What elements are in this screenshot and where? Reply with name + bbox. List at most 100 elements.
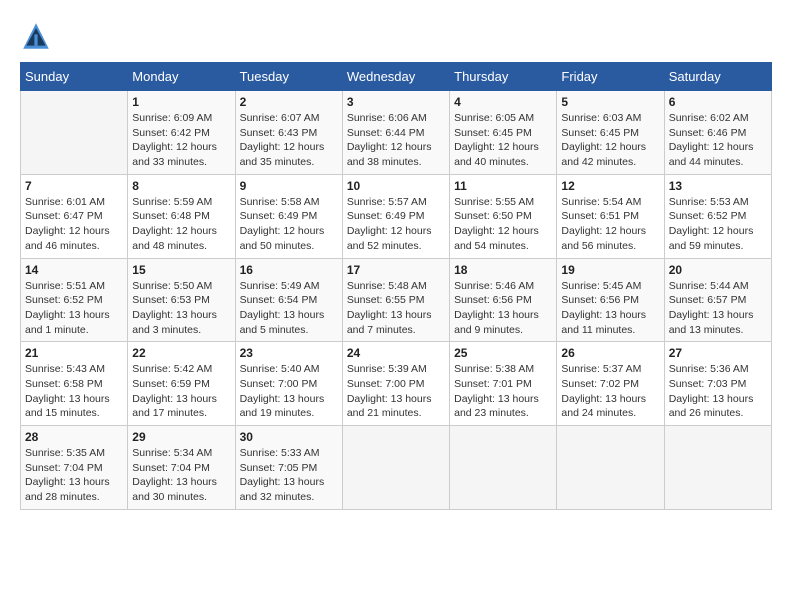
- day-number: 8: [132, 179, 230, 193]
- day-number: 19: [561, 263, 659, 277]
- day-info: Sunrise: 5:35 AMSunset: 7:04 PMDaylight:…: [25, 446, 123, 505]
- day-cell: 4Sunrise: 6:05 AMSunset: 6:45 PMDaylight…: [450, 91, 557, 175]
- day-cell: 25 Sunrise: 5:38 AMSunset: 7:01 PMDayligh…: [450, 342, 557, 426]
- logo: [20, 20, 56, 52]
- day-info: Sunrise: 5:48 AMSunset: 6:55 PMDaylight:…: [347, 279, 445, 338]
- day-number: 20: [669, 263, 767, 277]
- day-info: Sunrise: 5:57 AMSunset: 6:49 PMDaylight:…: [347, 195, 445, 254]
- day-info: Sunrise: 6:03 AMSunset: 6:45 PMDaylight:…: [561, 111, 659, 170]
- day-cell: 17Sunrise: 5:48 AMSunset: 6:55 PMDayligh…: [342, 258, 449, 342]
- day-info: Sunrise: 6:09 AMSunset: 6:42 PMDaylight:…: [132, 111, 230, 170]
- day-cell: 14 Sunrise: 5:51 AMSunset: 6:52 PMDayligh…: [21, 258, 128, 342]
- day-cell: 6 Sunrise: 6:02 AMSunset: 6:46 PMDaylight…: [664, 91, 771, 175]
- day-number: 12: [561, 179, 659, 193]
- day-info: Sunrise: 6:02 AMSunset: 6:46 PMDaylight:…: [669, 111, 767, 170]
- day-info: Sunrise: 5:53 AMSunset: 6:52 PMDaylight:…: [669, 195, 767, 254]
- day-cell: 21 Sunrise: 5:43 AMSunset: 6:58 PMDayligh…: [21, 342, 128, 426]
- day-number: 10: [347, 179, 445, 193]
- day-number: 21: [25, 346, 123, 360]
- day-info: Sunrise: 5:33 AMSunset: 7:05 PMDaylight:…: [240, 446, 338, 505]
- day-cell: 16 Sunrise: 5:49 AMSunset: 6:54 PMDayligh…: [235, 258, 342, 342]
- week-row-3: 14 Sunrise: 5:51 AMSunset: 6:52 PMDayligh…: [21, 258, 772, 342]
- day-info: Sunrise: 5:55 AMSunset: 6:50 PMDaylight:…: [454, 195, 552, 254]
- day-cell: 23 Sunrise: 5:40 AMSunset: 7:00 PMDayligh…: [235, 342, 342, 426]
- day-info: Sunrise: 5:50 AMSunset: 6:53 PMDaylight:…: [132, 279, 230, 338]
- weekday-header-friday: Friday: [557, 63, 664, 91]
- day-number: 15: [132, 263, 230, 277]
- weekday-header-saturday: Saturday: [664, 63, 771, 91]
- day-number: 4: [454, 95, 552, 109]
- weekday-header-sunday: Sunday: [21, 63, 128, 91]
- weekday-header-row: SundayMondayTuesdayWednesdayThursdayFrid…: [21, 63, 772, 91]
- weekday-header-monday: Monday: [128, 63, 235, 91]
- week-row-5: 28Sunrise: 5:35 AMSunset: 7:04 PMDayligh…: [21, 426, 772, 510]
- header: [20, 20, 772, 52]
- day-cell: 12 Sunrise: 5:54 AMSunset: 6:51 PMDayligh…: [557, 174, 664, 258]
- day-cell: 2 Sunrise: 6:07 AMSunset: 6:43 PMDaylight…: [235, 91, 342, 175]
- day-cell: 24Sunrise: 5:39 AMSunset: 7:00 PMDayligh…: [342, 342, 449, 426]
- day-cell: 29Sunrise: 5:34 AMSunset: 7:04 PMDayligh…: [128, 426, 235, 510]
- day-cell: 30Sunrise: 5:33 AMSunset: 7:05 PMDayligh…: [235, 426, 342, 510]
- day-info: Sunrise: 5:38 AMSunset: 7:01 PMDaylight:…: [454, 362, 552, 421]
- day-info: Sunrise: 5:51 AMSunset: 6:52 PMDaylight:…: [25, 279, 123, 338]
- day-number: 24: [347, 346, 445, 360]
- day-cell: 11Sunrise: 5:55 AMSunset: 6:50 PMDayligh…: [450, 174, 557, 258]
- day-number: 25: [454, 346, 552, 360]
- day-info: Sunrise: 5:49 AMSunset: 6:54 PMDaylight:…: [240, 279, 338, 338]
- day-info: Sunrise: 5:44 AMSunset: 6:57 PMDaylight:…: [669, 279, 767, 338]
- day-info: Sunrise: 5:54 AMSunset: 6:51 PMDaylight:…: [561, 195, 659, 254]
- day-cell: 1 Sunrise: 6:09 AMSunset: 6:42 PMDaylight…: [128, 91, 235, 175]
- day-info: Sunrise: 6:06 AMSunset: 6:44 PMDaylight:…: [347, 111, 445, 170]
- week-row-4: 21 Sunrise: 5:43 AMSunset: 6:58 PMDayligh…: [21, 342, 772, 426]
- day-cell: 9 Sunrise: 5:58 AMSunset: 6:49 PMDaylight…: [235, 174, 342, 258]
- day-info: Sunrise: 5:40 AMSunset: 7:00 PMDaylight:…: [240, 362, 338, 421]
- day-cell: [450, 426, 557, 510]
- day-number: 2: [240, 95, 338, 109]
- day-number: 18: [454, 263, 552, 277]
- weekday-header-thursday: Thursday: [450, 63, 557, 91]
- day-cell: 5 Sunrise: 6:03 AMSunset: 6:45 PMDaylight…: [557, 91, 664, 175]
- day-cell: 18 Sunrise: 5:46 AMSunset: 6:56 PMDayligh…: [450, 258, 557, 342]
- day-number: 1: [132, 95, 230, 109]
- day-cell: 22Sunrise: 5:42 AMSunset: 6:59 PMDayligh…: [128, 342, 235, 426]
- day-info: Sunrise: 6:01 AMSunset: 6:47 PMDaylight:…: [25, 195, 123, 254]
- day-number: 13: [669, 179, 767, 193]
- day-info: Sunrise: 5:46 AMSunset: 6:56 PMDaylight:…: [454, 279, 552, 338]
- day-info: Sunrise: 5:34 AMSunset: 7:04 PMDaylight:…: [132, 446, 230, 505]
- day-info: Sunrise: 5:59 AMSunset: 6:48 PMDaylight:…: [132, 195, 230, 254]
- day-cell: 28Sunrise: 5:35 AMSunset: 7:04 PMDayligh…: [21, 426, 128, 510]
- day-number: 9: [240, 179, 338, 193]
- day-number: 14: [25, 263, 123, 277]
- day-cell: [342, 426, 449, 510]
- day-info: Sunrise: 5:42 AMSunset: 6:59 PMDaylight:…: [132, 362, 230, 421]
- day-info: Sunrise: 5:36 AMSunset: 7:03 PMDaylight:…: [669, 362, 767, 421]
- day-number: 5: [561, 95, 659, 109]
- day-cell: 27 Sunrise: 5:36 AMSunset: 7:03 PMDayligh…: [664, 342, 771, 426]
- day-cell: [664, 426, 771, 510]
- day-number: 6: [669, 95, 767, 109]
- day-cell: [21, 91, 128, 175]
- logo-icon: [20, 20, 52, 52]
- day-info: Sunrise: 6:07 AMSunset: 6:43 PMDaylight:…: [240, 111, 338, 170]
- day-number: 7: [25, 179, 123, 193]
- weekday-header-wednesday: Wednesday: [342, 63, 449, 91]
- day-info: Sunrise: 5:58 AMSunset: 6:49 PMDaylight:…: [240, 195, 338, 254]
- week-row-1: 1 Sunrise: 6:09 AMSunset: 6:42 PMDaylight…: [21, 91, 772, 175]
- day-info: Sunrise: 5:45 AMSunset: 6:56 PMDaylight:…: [561, 279, 659, 338]
- day-info: Sunrise: 5:43 AMSunset: 6:58 PMDaylight:…: [25, 362, 123, 421]
- day-number: 3: [347, 95, 445, 109]
- weekday-header-tuesday: Tuesday: [235, 63, 342, 91]
- day-cell: 15 Sunrise: 5:50 AMSunset: 6:53 PMDayligh…: [128, 258, 235, 342]
- day-cell: 20 Sunrise: 5:44 AMSunset: 6:57 PMDayligh…: [664, 258, 771, 342]
- day-cell: 3 Sunrise: 6:06 AMSunset: 6:44 PMDaylight…: [342, 91, 449, 175]
- day-number: 27: [669, 346, 767, 360]
- day-cell: 7 Sunrise: 6:01 AMSunset: 6:47 PMDaylight…: [21, 174, 128, 258]
- day-number: 23: [240, 346, 338, 360]
- day-number: 16: [240, 263, 338, 277]
- week-row-2: 7 Sunrise: 6:01 AMSunset: 6:47 PMDaylight…: [21, 174, 772, 258]
- day-cell: [557, 426, 664, 510]
- calendar-table: SundayMondayTuesdayWednesdayThursdayFrid…: [20, 62, 772, 510]
- day-cell: 13 Sunrise: 5:53 AMSunset: 6:52 PMDayligh…: [664, 174, 771, 258]
- day-number: 26: [561, 346, 659, 360]
- day-cell: 19 Sunrise: 5:45 AMSunset: 6:56 PMDayligh…: [557, 258, 664, 342]
